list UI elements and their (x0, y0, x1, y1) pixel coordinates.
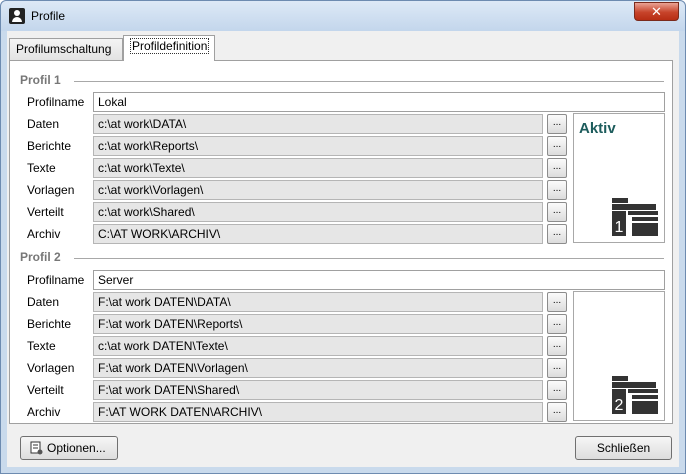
profile1-name-label: Profilname (27, 95, 85, 109)
profile2-verteilt-label: Verteilt (27, 383, 64, 397)
profile1-daten-field[interactable]: c:\at work\DATA\ (93, 114, 543, 134)
profile2-archiv-label: Archiv (27, 405, 61, 419)
window-title: Profile (31, 9, 66, 23)
profile1-vorlagen-browse-button[interactable]: ... (547, 180, 567, 200)
profile1-vorlagen-field[interactable]: c:\at work\Vorlagen\ (93, 180, 543, 200)
profile2-name-label: Profilname (27, 273, 85, 287)
profile2-verteilt-field[interactable]: F:\at work DATEN\Shared\ (93, 380, 543, 400)
profile1-berichte-browse-button[interactable]: ... (547, 136, 567, 156)
profile1-folder-icon: 1 (612, 198, 658, 236)
title-bar[interactable]: Profile ✕ (1, 1, 685, 31)
profile1-berichte-field[interactable]: c:\at work\Reports\ (93, 136, 543, 156)
tab-profilumschaltung[interactable]: Profilumschaltung (9, 38, 123, 60)
profile2-name-input[interactable]: Server (93, 270, 665, 290)
user-icon (9, 8, 25, 24)
profile1-vorlagen-label: Vorlagen (27, 183, 75, 197)
profile2-berichte-browse-button[interactable]: ... (547, 314, 567, 334)
profile2-berichte-label: Berichte (27, 317, 72, 331)
options-button-label: Optionen... (47, 441, 106, 455)
profile2-texte-browse-button[interactable]: ... (547, 336, 567, 356)
close-button[interactable]: Schließen (575, 436, 672, 460)
profile1-daten-label: Daten (27, 117, 60, 131)
profile2-vorlagen-field[interactable]: F:\at work DATEN\Vorlagen\ (93, 358, 543, 378)
profile-window: Profile ✕ Profilumschaltung Profildefini… (0, 0, 686, 474)
profile1-badge-number: 1 (615, 219, 624, 236)
profile1-archiv-label: Archiv (27, 227, 61, 241)
profile1-texte-label: Texte (27, 161, 56, 175)
profile-definition-panel: Profil 1 Profilname Lokal Daten c:\at wo… (9, 60, 673, 424)
profile2-archiv-field[interactable]: F:\AT WORK DATEN\ARCHIV\ (93, 402, 543, 422)
profile2-folder-icon: 2 (612, 376, 658, 414)
profile1-verteilt-browse-button[interactable]: ... (547, 202, 567, 222)
profile2-separator (74, 258, 664, 259)
close-button-label: Schließen (596, 441, 651, 455)
profile1-texte-browse-button[interactable]: ... (547, 158, 567, 178)
profile2-berichte-field[interactable]: F:\at work DATEN\Reports\ (93, 314, 543, 334)
profile1-texte-field[interactable]: c:\at work\Texte\ (93, 158, 543, 178)
dialog-client: Profilumschaltung Profildefinition Profi… (7, 31, 679, 467)
profile1-status-box: Aktiv 1 (573, 113, 665, 243)
profile1-group-title: Profil 1 (20, 73, 61, 87)
options-icon (30, 441, 43, 455)
profile2-badge-number: 2 (615, 397, 624, 414)
profile1-verteilt-field[interactable]: c:\at work\Shared\ (93, 202, 543, 222)
profile2-vorlagen-label: Vorlagen (27, 361, 75, 375)
profile1-verteilt-label: Verteilt (27, 205, 64, 219)
profile2-archiv-browse-button[interactable]: ... (547, 402, 567, 422)
profile2-daten-browse-button[interactable]: ... (547, 292, 567, 312)
profile1-archiv-browse-button[interactable]: ... (547, 224, 567, 244)
profile2-group-title: Profil 2 (20, 250, 61, 264)
profile1-status-label: Aktiv (579, 120, 616, 137)
profile2-verteilt-browse-button[interactable]: ... (547, 380, 567, 400)
profile2-vorlagen-browse-button[interactable]: ... (547, 358, 567, 378)
profile2-status-box: 2 (573, 291, 665, 421)
profile1-daten-browse-button[interactable]: ... (547, 114, 567, 134)
profile2-daten-label: Daten (27, 295, 60, 309)
options-button[interactable]: Optionen... (20, 436, 118, 460)
profile2-daten-field[interactable]: F:\at work DATEN\DATA\ (93, 292, 543, 312)
profile2-texte-field[interactable]: c:\at work DATEN\Texte\ (93, 336, 543, 356)
tab-profildefinition[interactable]: Profildefinition (123, 35, 215, 61)
profile1-separator (74, 81, 664, 82)
profile1-archiv-field[interactable]: C:\AT WORK\ARCHIV\ (93, 224, 543, 244)
profile1-name-input[interactable]: Lokal (93, 92, 665, 112)
window-close-button[interactable]: ✕ (634, 2, 679, 21)
profile2-texte-label: Texte (27, 339, 56, 353)
profile1-berichte-label: Berichte (27, 139, 72, 153)
